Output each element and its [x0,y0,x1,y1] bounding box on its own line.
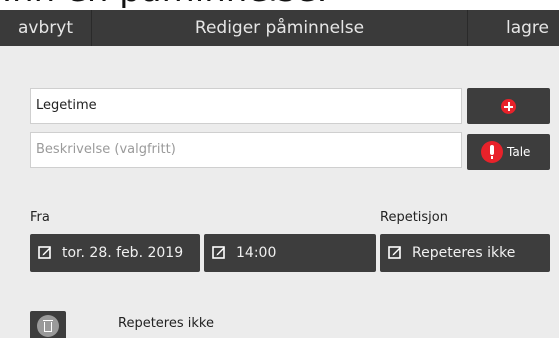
from-label: Fra [30,210,50,225]
date-value: tor. 28. feb. 2019 [62,245,184,261]
cancel-button[interactable]: avbryt [0,10,92,46]
time-value: 14:00 [236,245,277,261]
speak-label: Tale [507,145,531,159]
title-field[interactable]: Legetime [30,88,462,124]
edit-icon [38,246,51,259]
microphone-icon [481,141,503,163]
edit-icon [212,246,225,259]
repeat-label: Repetisjon [380,210,448,225]
repeat-picker-button[interactable]: Repeteres ikke [380,234,550,272]
delete-button[interactable] [30,311,66,338]
page-title: Rediger påminnelse [194,18,365,38]
time-picker-button[interactable]: 14:00 [204,234,376,272]
cropped-heading: Inn en påminnelse: [0,0,559,10]
add-button[interactable] [467,88,550,124]
speak-button[interactable]: Tale [467,134,550,170]
repeat-value: Repeteres ikke [412,245,516,261]
heading-text: Inn en påminnelse: [2,0,328,10]
save-button[interactable]: lagre [467,10,559,46]
edit-icon [388,246,401,259]
plus-circle-icon [501,99,516,114]
top-toolbar: avbryt Rediger påminnelse lagre [0,10,559,46]
reminder-repeat-text: Repeteres ikke [118,316,214,331]
date-picker-button[interactable]: tor. 28. feb. 2019 [30,234,200,272]
description-field[interactable]: Beskrivelse (valgfritt) [30,132,462,168]
trash-icon [37,315,59,337]
